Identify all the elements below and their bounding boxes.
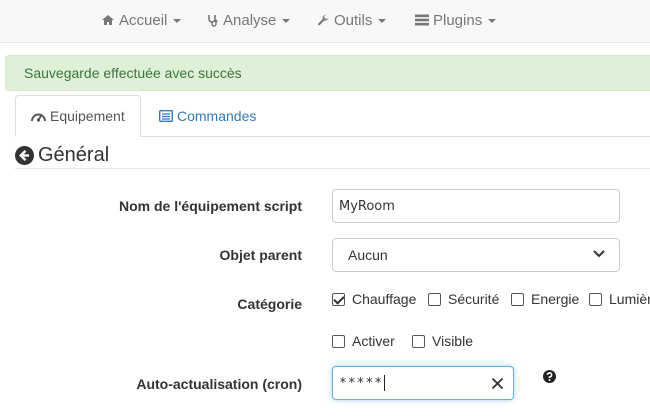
caret-down-icon bbox=[282, 19, 291, 23]
caret-down-icon bbox=[488, 19, 497, 23]
category-securite-checkbox[interactable]: Sécurité bbox=[428, 291, 499, 307]
tab-commandes[interactable]: Commandes bbox=[159, 95, 256, 137]
chevron-down-icon bbox=[593, 250, 605, 258]
category-lumiere-checkbox[interactable]: Lumière bbox=[589, 291, 650, 307]
category-chauffage-label: Chauffage bbox=[352, 291, 417, 307]
nav-analyse-label: Analyse bbox=[223, 11, 277, 29]
nav-outils[interactable]: Outils bbox=[317, 0, 387, 40]
nav-analyse[interactable]: Analyse bbox=[207, 0, 291, 40]
checkbox-icon[interactable] bbox=[589, 292, 602, 306]
alert-message: Sauvegarde effectuée avec succès bbox=[24, 65, 242, 81]
cron-label: Auto-actualisation (cron) bbox=[136, 376, 302, 392]
tab-equipement-label: Equipement bbox=[50, 108, 125, 124]
visible-checkbox[interactable]: Visible bbox=[412, 333, 473, 349]
parent-label: Objet parent bbox=[219, 247, 302, 263]
category-securite-label: Sécurité bbox=[448, 291, 500, 307]
list-icon bbox=[415, 14, 429, 26]
nav-accueil[interactable]: Accueil bbox=[101, 0, 182, 40]
nav-plugins-label: Plugins bbox=[433, 11, 483, 29]
tachometer-icon bbox=[31, 113, 46, 122]
name-input-value: MyRoom bbox=[339, 198, 395, 214]
section-divider bbox=[15, 168, 650, 169]
category-energie-checkbox[interactable]: Energie bbox=[511, 291, 579, 307]
nav-outils-label: Outils bbox=[334, 11, 373, 29]
caret-down-icon bbox=[378, 19, 387, 23]
home-icon bbox=[102, 15, 114, 25]
list-alt-icon bbox=[159, 110, 173, 122]
cron-input[interactable]: ***** bbox=[332, 366, 514, 400]
question-circle-icon[interactable] bbox=[543, 370, 556, 383]
checkbox-checked-icon[interactable] bbox=[332, 292, 345, 306]
section-header: Général bbox=[15, 142, 109, 168]
clear-icon[interactable] bbox=[491, 377, 504, 390]
category-energie-label: Energie bbox=[531, 291, 580, 307]
top-navbar: Accueil Analyse Outils Plugins bbox=[0, 0, 650, 42]
tab-commandes-label: Commandes bbox=[177, 108, 257, 124]
checkbox-icon[interactable] bbox=[428, 292, 441, 306]
activer-checkbox[interactable]: Activer bbox=[332, 333, 395, 349]
name-label: Nom de l'équipement script bbox=[118, 198, 302, 214]
nav-accueil-label: Accueil bbox=[119, 11, 168, 29]
checkbox-icon[interactable] bbox=[332, 334, 345, 348]
activer-label: Activer bbox=[352, 333, 395, 349]
nav-plugins[interactable]: Plugins bbox=[415, 0, 497, 40]
navbar-divider bbox=[0, 42, 650, 43]
checkbox-icon[interactable] bbox=[412, 334, 425, 348]
stethoscope-icon bbox=[208, 14, 218, 27]
success-alert: Sauvegarde effectuée avec succès bbox=[5, 55, 650, 91]
tab-equipement[interactable]: Equipement bbox=[15, 95, 141, 137]
caret-down-icon bbox=[173, 19, 182, 23]
checkbox-icon[interactable] bbox=[511, 292, 524, 306]
category-lumiere-label: Lumière bbox=[609, 291, 650, 307]
text-cursor bbox=[384, 375, 386, 391]
category-label: Catégorie bbox=[237, 296, 302, 312]
parent-select[interactable]: Aucun bbox=[332, 238, 620, 272]
category-chauffage-checkbox[interactable]: Chauffage bbox=[332, 291, 416, 307]
page-title: Général bbox=[38, 143, 110, 166]
name-input[interactable]: MyRoom bbox=[332, 189, 620, 223]
visible-label: Visible bbox=[432, 333, 473, 349]
cron-input-value: ***** bbox=[339, 375, 384, 391]
wrench-icon bbox=[317, 14, 329, 25]
parent-select-value: Aucun bbox=[348, 247, 388, 263]
back-arrow-circle-icon[interactable] bbox=[15, 145, 34, 165]
